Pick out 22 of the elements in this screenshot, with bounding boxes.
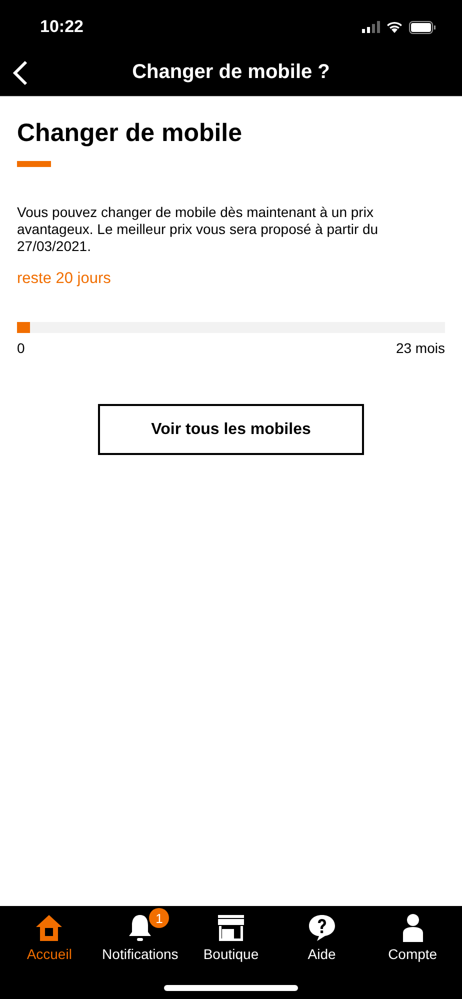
status-time: 10:22: [40, 17, 84, 37]
see-all-mobiles-button[interactable]: Voir tous les mobiles: [98, 404, 364, 455]
description-text: Vous pouvez changer de mobile dès maintenant à un prix avantageux. Le meilleur prix vous sera proposé à partir du 27/03/2021.: [17, 204, 380, 255]
tab-item[interactable]: Compte: [370, 912, 456, 962]
progress-end-label: 23 mois: [396, 340, 445, 356]
progress-start-label: 0: [17, 340, 25, 356]
title-underline: [17, 161, 51, 167]
tab-item[interactable]: Accueil: [6, 912, 92, 962]
wifi-icon: [386, 21, 403, 33]
shop-icon: [216, 914, 245, 942]
battery-icon: [409, 20, 436, 34]
help-icon: [308, 914, 336, 942]
signal-icon: [362, 21, 380, 33]
tab-item[interactable]: Boutique: [188, 912, 274, 962]
header-title: Changer de mobile ?: [132, 60, 330, 84]
page-title: Changer de mobile: [17, 119, 244, 148]
tab-item[interactable]: Aide: [278, 912, 365, 962]
notification-badge: 1: [149, 908, 170, 928]
bell-icon: [127, 913, 154, 943]
home-icon: [35, 914, 64, 942]
remaining-days: reste 20 jours: [17, 270, 445, 288]
person-icon: [400, 913, 425, 943]
